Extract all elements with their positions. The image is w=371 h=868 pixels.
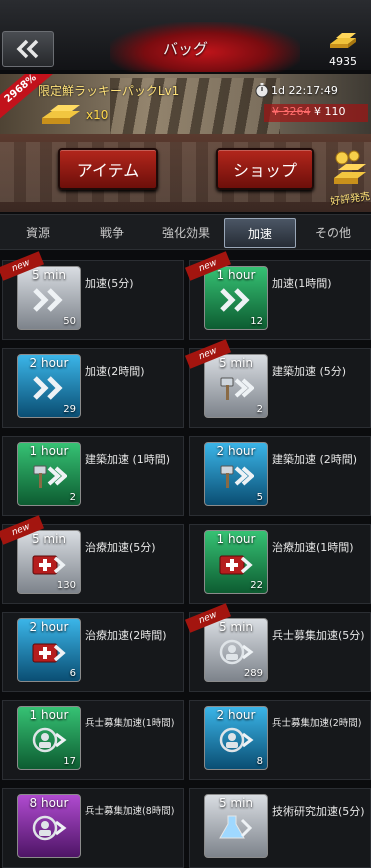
gold-bars-icon [42, 105, 80, 124]
item-icon-tile[interactable]: 1 hour 12 [204, 266, 268, 330]
item-name: 兵士募集加速(2時間) [272, 718, 362, 729]
item-icon-tile[interactable]: 2 hour 6 [17, 618, 81, 682]
item-count: 6 [69, 668, 76, 679]
original-price: ¥ 3264 [272, 105, 311, 118]
item-icon-tile[interactable]: 2 hour 8 [204, 706, 268, 770]
item-card[interactable]: 1 hour 22 治療加速(1時間) [189, 524, 371, 604]
item-icon-tile[interactable]: 1 hour 22 [204, 530, 268, 594]
item-name: 治療加速(2時間) [85, 629, 167, 642]
item-icon-tile[interactable]: 5 min 50 [17, 266, 81, 330]
item-card[interactable]: new 5 min 289 兵士募集加速(5分) [184, 603, 371, 692]
item-count: 8 [256, 756, 263, 767]
item-name: 兵士募集加速(5分) [272, 629, 365, 642]
item-name: 兵士募集加速(8時間) [85, 806, 175, 817]
item-count: 2 [69, 492, 76, 503]
item-duration: 8 hour [29, 796, 69, 810]
tab-other[interactable]: その他 [298, 218, 368, 246]
item-button[interactable]: アイテム [58, 148, 158, 190]
item-name: 治療加速(1時間) [272, 541, 354, 554]
item-icon-tile[interactable]: 2 hour 5 [204, 442, 268, 506]
item-card[interactable]: new 5 min 130 治療加速(5分) [0, 515, 184, 604]
item-card[interactable]: 5 min 技術研究加速(5分) [189, 788, 371, 868]
item-name: 兵士募集加速(1時間) [85, 718, 175, 729]
item-count: 2 [256, 404, 263, 415]
sale-price: ¥ 110 [314, 105, 346, 118]
category-tabs: 資源 戦争 強化効果 加速 その他 [0, 214, 371, 250]
tab-resources[interactable]: 資源 [2, 218, 74, 246]
item-card[interactable]: 1 hour 17 兵士募集加速(1時間) [2, 700, 184, 780]
item-duration: 1 hour [216, 532, 256, 546]
item-count: 12 [250, 316, 263, 327]
stopwatch-icon [255, 83, 269, 98]
item-icon-tile[interactable]: 1 hour 2 [17, 442, 81, 506]
page-title: バッグ [162, 40, 208, 58]
item-duration: 1 hour [29, 708, 69, 722]
item-name: 建築加速 (2時間) [272, 453, 358, 466]
item-name: 加速(5分) [85, 277, 134, 290]
gold-pile-icon [334, 150, 366, 184]
item-count: 50 [63, 316, 76, 327]
item-name: 建築加速 (1時間) [85, 453, 171, 466]
gold-counter[interactable]: 4935 [318, 30, 368, 68]
item-count: 289 [243, 668, 263, 679]
item-icon-tile[interactable]: 5 min 130 [17, 530, 81, 594]
top-bar: バッグ 4935 [0, 0, 371, 72]
item-count: 130 [56, 580, 76, 591]
item-duration: 2 hour [29, 620, 69, 634]
background-decoration [0, 142, 371, 202]
item-duration: 1 hour [29, 444, 69, 458]
item-icon-tile[interactable]: 8 hour [17, 794, 81, 858]
item-count: 22 [250, 580, 263, 591]
item-duration: 2 hour [216, 708, 256, 722]
item-name: 加速(2時間) [85, 365, 145, 378]
item-duration: 5 min [218, 796, 254, 810]
item-duration: 2 hour [216, 444, 256, 458]
item-name: 加速(1時間) [272, 277, 332, 290]
item-count: 17 [63, 756, 76, 767]
item-card[interactable]: 2 hour 8 兵士募集加速(2時間) [189, 700, 371, 780]
item-card[interactable]: 2 hour 6 治療加速(2時間) [2, 612, 184, 692]
item-name: 技術研究加速(5分) [272, 805, 365, 818]
item-icon-tile[interactable]: 5 min 2 [204, 354, 268, 418]
item-card[interactable]: 2 hour 5 建築加速 (2時間) [189, 436, 371, 516]
gold-bar-icon [330, 33, 356, 48]
item-count: 5 [256, 492, 263, 503]
item-duration: 2 hour [29, 356, 69, 370]
item-name: 建築加速 (5分) [272, 365, 347, 378]
tab-boost[interactable]: 強化効果 [148, 218, 224, 246]
promo-title: 限定鮮ラッキーパックLv1 [38, 84, 180, 98]
shop-button[interactable]: ショップ [216, 148, 314, 190]
action-area: アイテム ショップ [0, 134, 371, 212]
promo-banner[interactable]: 2968% 限定鮮ラッキーパックLv1 x10 1d 22:17:49 ¥ 32… [0, 74, 371, 134]
gold-amount: 4935 [329, 55, 357, 68]
item-icon-tile[interactable]: 5 min [204, 794, 268, 858]
item-count: 29 [63, 404, 76, 415]
item-icon-tile[interactable]: 5 min 289 [204, 618, 268, 682]
item-card[interactable]: new 5 min 2 建築加速 (5分) [184, 339, 371, 428]
tab-war[interactable]: 戦争 [76, 218, 148, 246]
item-card[interactable]: new 1 hour 12 加速(1時間) [184, 251, 371, 340]
promo-timer: 1d 22:17:49 [271, 84, 338, 97]
item-card[interactable]: 2 hour 29 加速(2時間) [2, 348, 184, 428]
promo-quantity: x10 [86, 108, 109, 122]
item-icon-tile[interactable]: 2 hour 29 [17, 354, 81, 418]
item-icon-tile[interactable]: 1 hour 17 [17, 706, 81, 770]
item-card[interactable]: 8 hour 兵士募集加速(8時間) [2, 788, 184, 868]
item-card[interactable]: 1 hour 2 建築加速 (1時間) [2, 436, 184, 516]
item-card[interactable]: new 5 min 50 加速(5分) [0, 251, 184, 340]
item-name: 治療加速(5分) [85, 541, 156, 554]
tab-speedup[interactable]: 加速 [224, 218, 296, 248]
